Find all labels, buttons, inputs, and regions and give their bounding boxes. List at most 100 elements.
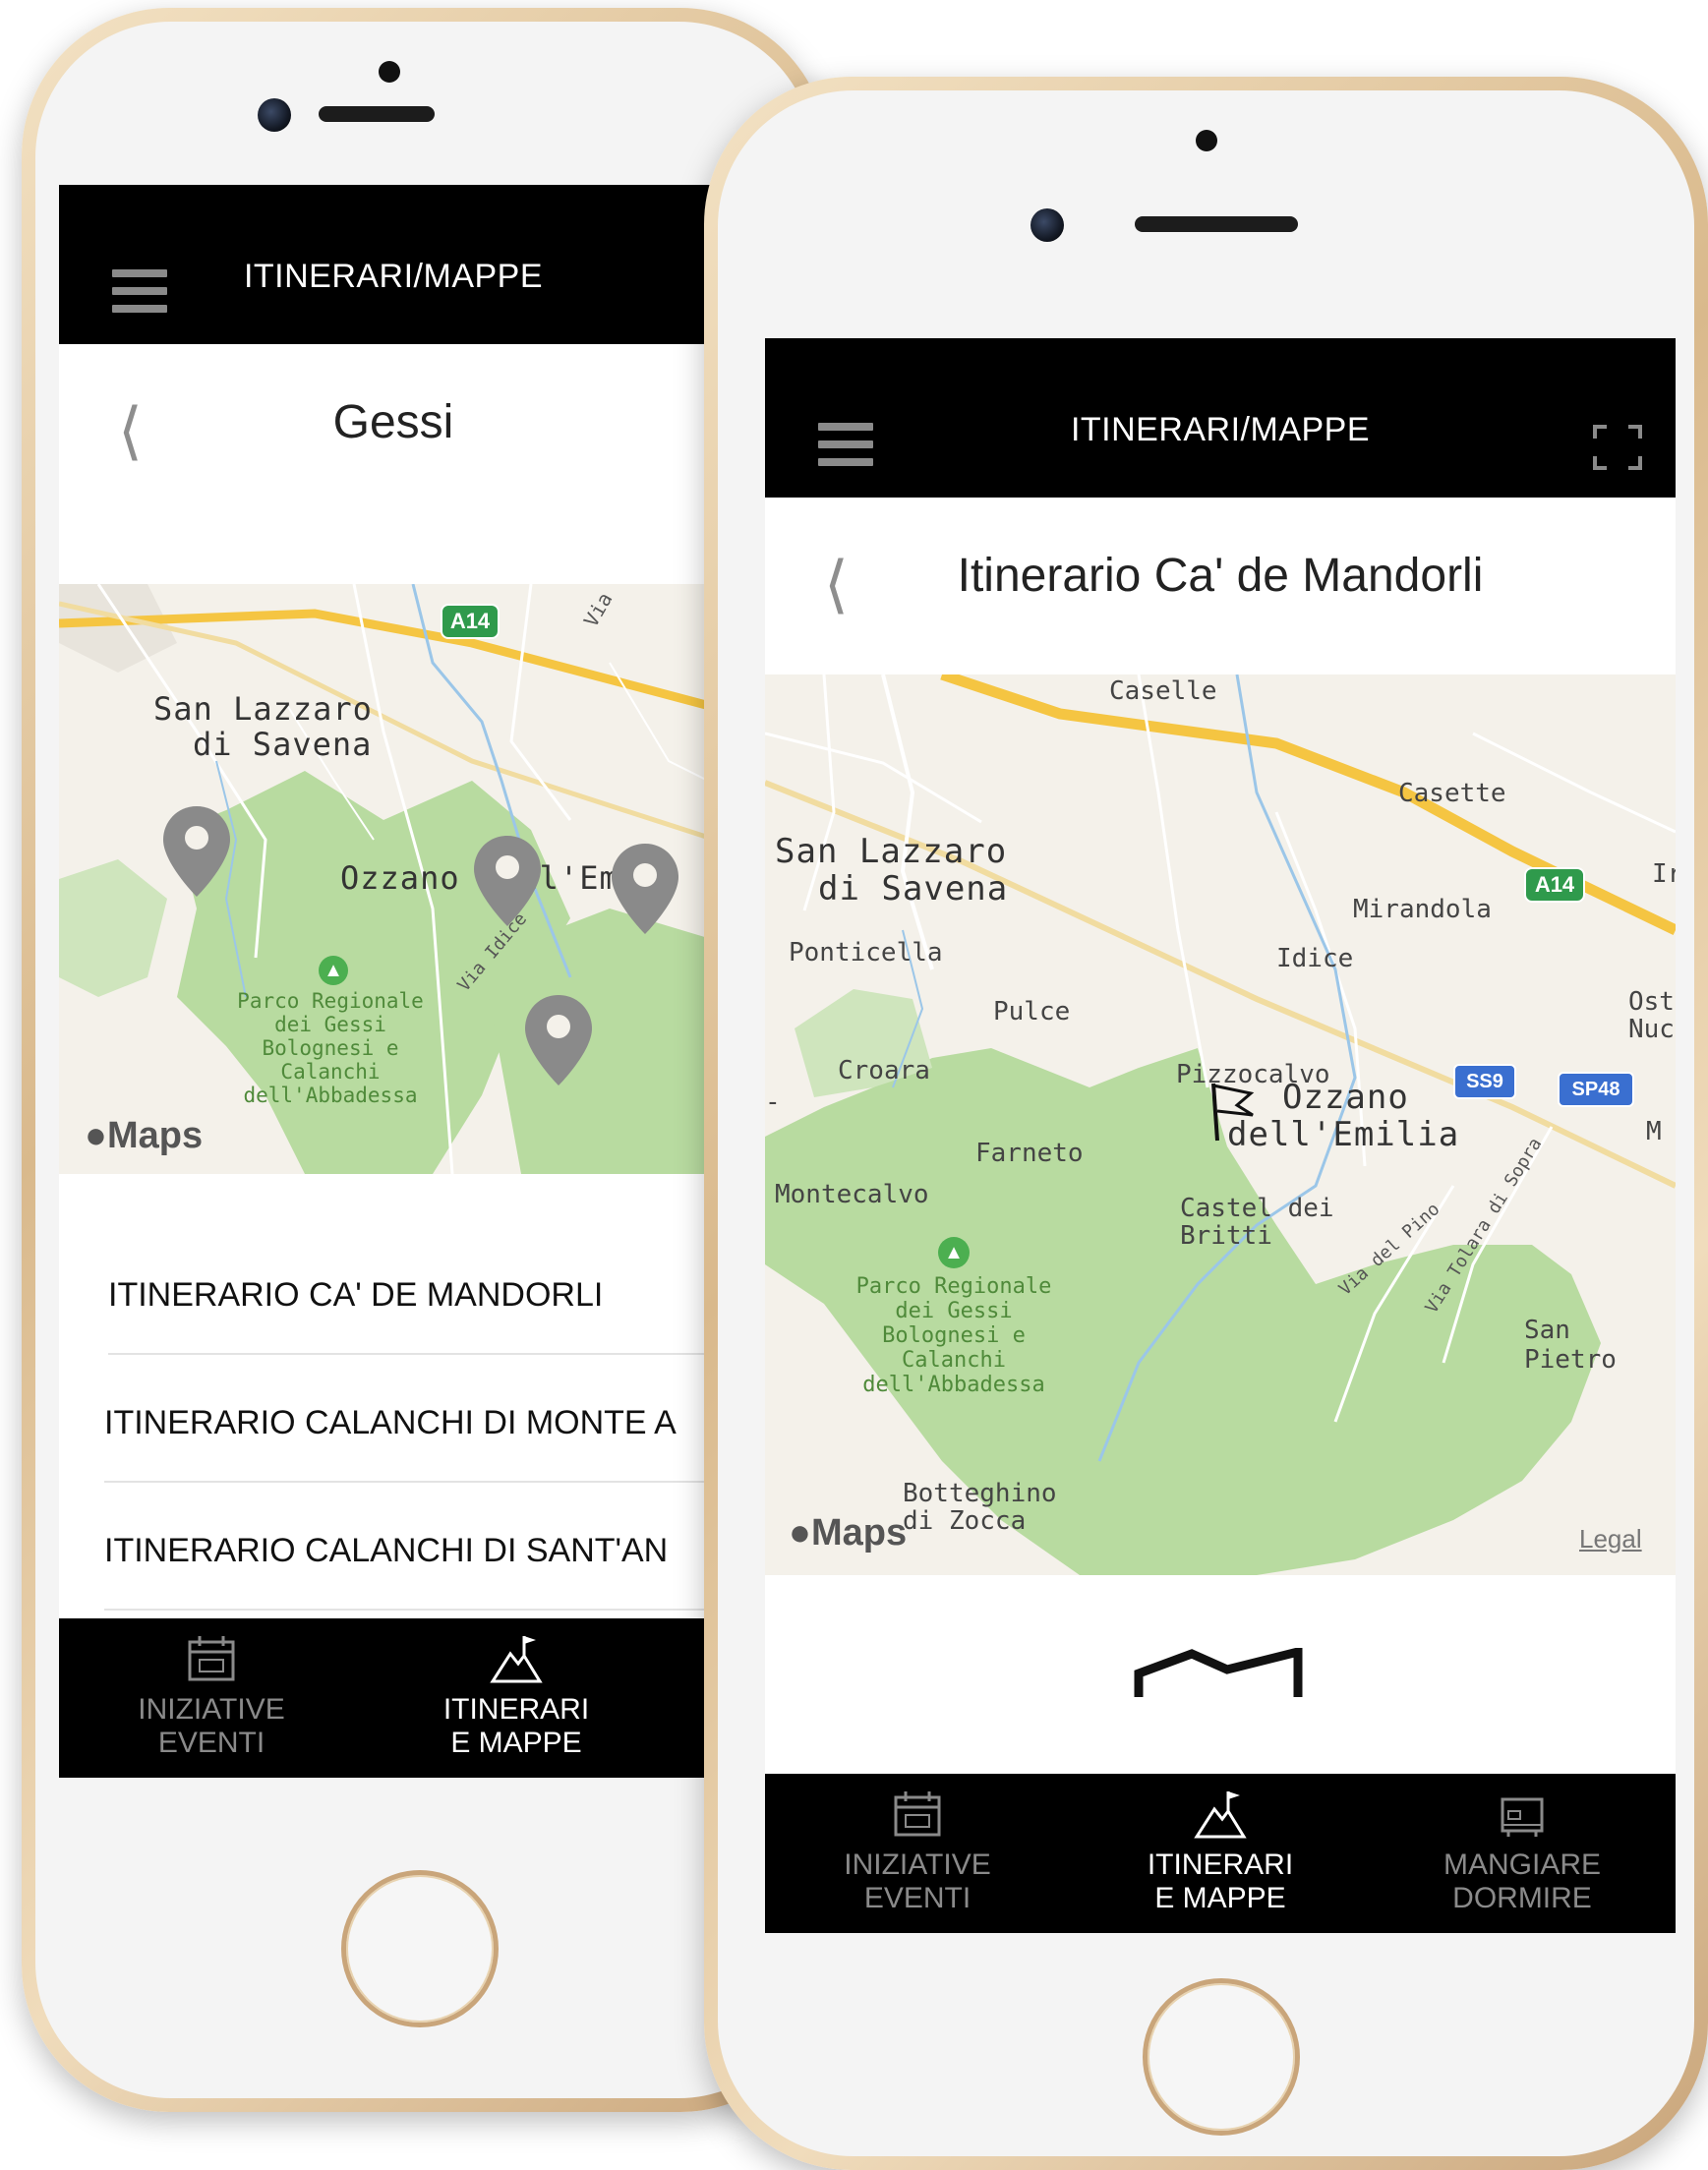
left-phone-screen: ITINERARI/MAPPE ⟨ Gessi A14 Via San Lazz…: [59, 185, 806, 1778]
apple-maps-logo: ●Maps: [85, 1115, 203, 1157]
top-bar: ITINERARI/MAPPE: [765, 338, 1676, 498]
park-label-line5: dell'Abbadessa: [243, 1084, 418, 1107]
park-label-line2: dei Gessi: [274, 1013, 386, 1036]
map-pin-icon[interactable]: [610, 842, 680, 936]
map-label-edge-dash: -: [765, 1087, 781, 1117]
map-view[interactable]: A14 Via San Lazzaro di Savena Ozzano del…: [59, 584, 806, 1174]
mountain-flag-icon: [490, 1636, 543, 1683]
map-label-edge-m: M: [1646, 1117, 1662, 1146]
tab-label-line1: MANGIARE: [1443, 1848, 1602, 1881]
a14-road-sign: A14: [441, 604, 500, 639]
map-label-san-lazzaro-2: di Savena: [193, 726, 373, 763]
right-phone-screen: ITINERARI/MAPPE ⟨ Itinerario Ca' de Mand…: [765, 338, 1676, 1933]
park-label-line4: Calanchi: [902, 1348, 1006, 1373]
right-phone-frame: ITINERARI/MAPPE ⟨ Itinerario Ca' de Mand…: [704, 77, 1708, 2170]
ss9-road-sign: SS9: [1453, 1064, 1516, 1099]
map-label-ozzano-2: dell'Emilia: [1227, 1115, 1460, 1154]
map-label-idice: Idice: [1276, 944, 1354, 973]
tab-iniziative-eventi[interactable]: INIZIATIVE EVENTI: [834, 1774, 1001, 1933]
tab-bar: INIZIATIVE EVENTI ITINERARI E MAPPE MANG…: [765, 1774, 1676, 1933]
route-thumbnail-icon: [1134, 1648, 1303, 1697]
maps-brand-text: Maps: [810, 1512, 908, 1554]
map-label-san-lazzaro-1: San Lazzaro: [775, 832, 1008, 871]
left-phone-sensor: [379, 61, 400, 83]
map-label-botteghino-2: di Zocca: [903, 1506, 1027, 1536]
page-title: Gessi: [332, 396, 454, 448]
tab-mangiare-dormire[interactable]: MANGIARE DORMIRE: [1434, 1774, 1611, 1933]
map-label-caselle: Caselle: [1109, 676, 1217, 706]
map-label-san-lazzaro-2: di Savena: [818, 869, 1009, 909]
list-item-label: ITINERARIO CA' DE MANDORLI: [108, 1276, 604, 1314]
map-label-casette: Casette: [1398, 779, 1506, 808]
map-label-pulce: Pulce: [993, 997, 1071, 1026]
park-marker-icon: ▲: [938, 1237, 970, 1268]
tab-label-line2: DORMIRE: [1452, 1882, 1592, 1914]
page-title: Itinerario Ca' de Mandorli: [957, 550, 1484, 602]
tab-bar: INIZIATIVE EVENTI ITINERARI E MAPPE: [59, 1618, 806, 1778]
map-label-mirandola: Mirandola: [1353, 895, 1492, 924]
map-label-botteghino-1: Botteghino: [903, 1479, 1057, 1508]
mountain-flag-icon: [1194, 1791, 1247, 1839]
tab-iniziative-eventi[interactable]: INIZIATIVE EVENTI: [128, 1618, 295, 1778]
back-chevron-icon[interactable]: ⟨: [118, 399, 143, 462]
map-label-san-lazzaro-1: San Lazzaro: [153, 690, 373, 728]
park-label: Parco Regionale dei Gessi Bolognesi e Ca…: [232, 989, 429, 1107]
list-item-label: ITINERARIO CALANCHI DI SANT'AN: [104, 1532, 669, 1569]
nav-bar: ⟨ Gessi: [59, 344, 806, 521]
calendar-icon: [188, 1636, 235, 1681]
tab-label-line2: EVENTI: [157, 1727, 265, 1759]
park-label-line5: dell'Abbadessa: [862, 1373, 1045, 1397]
park-marker-icon: ▲: [319, 956, 348, 985]
right-phone-body: ITINERARI/MAPPE ⟨ Itinerario Ca' de Mand…: [718, 90, 1694, 2156]
itinerary-list: ITINERARIO CA' DE MANDORLI ITINERARIO CA…: [59, 1174, 806, 1618]
park-label-line4: Calanchi: [280, 1060, 381, 1084]
tab-itinerari-mappe[interactable]: ITINERARI E MAPPE: [1137, 1774, 1304, 1933]
top-bar: ITINERARI/MAPPE: [59, 185, 806, 344]
map-label-montecalvo: Montecalvo: [775, 1180, 929, 1209]
map-label-ost-2: Nuc: [1628, 1015, 1675, 1044]
map-pin-icon[interactable]: [523, 993, 594, 1087]
tab-label-line2: E MAPPE: [1154, 1882, 1286, 1914]
left-phone-home-button[interactable]: [341, 1870, 499, 2027]
list-item[interactable]: ITINERARIO CALANCHI DI SANT'AN: [104, 1481, 806, 1611]
a14-road-sign: A14: [1524, 867, 1585, 903]
right-phone-home-button[interactable]: [1143, 1978, 1300, 2136]
calendar-icon: [894, 1791, 941, 1837]
map-label-castel-2: Britti: [1180, 1221, 1272, 1251]
park-label-line3: Bolognesi e: [262, 1036, 399, 1060]
list-item-label: ITINERARIO CALANCHI DI MONTE A: [104, 1404, 677, 1441]
apple-logo-icon: ●: [85, 1115, 107, 1156]
map-pin-icon[interactable]: [472, 834, 543, 928]
tab-label-line1: INIZIATIVE: [138, 1693, 285, 1726]
nav-bar: ⟨ Itinerario Ca' de Mandorli: [765, 498, 1676, 674]
fullscreen-icon[interactable]: [1593, 425, 1642, 470]
map-label-edge-ir: Ir: [1652, 859, 1676, 889]
map-pin-icon[interactable]: [161, 804, 232, 899]
tab-label-line1: ITINERARI: [1147, 1848, 1294, 1881]
tab-itinerari-mappe[interactable]: ITINERARI E MAPPE: [433, 1618, 600, 1778]
park-label-line1: Parco Regionale: [237, 989, 424, 1013]
map-label-castel-1: Castel dei: [1180, 1194, 1334, 1223]
tab-label-line1: INIZIATIVE: [844, 1848, 991, 1881]
list-item[interactable]: ITINERARIO CA' DE MANDORLI: [108, 1225, 806, 1355]
apple-logo-icon: ●: [789, 1512, 811, 1554]
tab-label-line1: ITINERARI: [442, 1693, 590, 1726]
park-label-line1: Parco Regionale: [855, 1274, 1052, 1299]
park-label-line2: dei Gessi: [895, 1299, 1013, 1323]
maps-brand-text: Maps: [106, 1115, 204, 1156]
left-phone-body: ITINERARI/MAPPE ⟨ Gessi A14 Via San Lazz…: [35, 22, 814, 2098]
list-item[interactable]: ITINERARIO CALANCHI DI MONTE A: [104, 1353, 806, 1483]
map-label-san-pietro: San Pietro: [1524, 1316, 1617, 1375]
bed-icon: [1501, 1797, 1544, 1837]
map-view[interactable]: Caselle Casette San Lazzaro di Savena A1…: [765, 674, 1676, 1575]
right-phone-speaker: [1135, 216, 1298, 232]
legal-link[interactable]: Legal: [1579, 1524, 1642, 1554]
map-label-croara: Croara: [838, 1056, 930, 1085]
apple-maps-logo: ●Maps: [789, 1512, 907, 1554]
tab-label-line2: EVENTI: [863, 1882, 972, 1914]
park-label: Parco Regionale dei Gessi Bolognesi e Ca…: [836, 1274, 1072, 1397]
header-title: ITINERARI/MAPPE: [1070, 411, 1371, 448]
right-phone-sensor: [1196, 130, 1217, 151]
left-phone-speaker: [319, 106, 435, 122]
header-title: ITINERARI/MAPPE: [243, 258, 544, 295]
